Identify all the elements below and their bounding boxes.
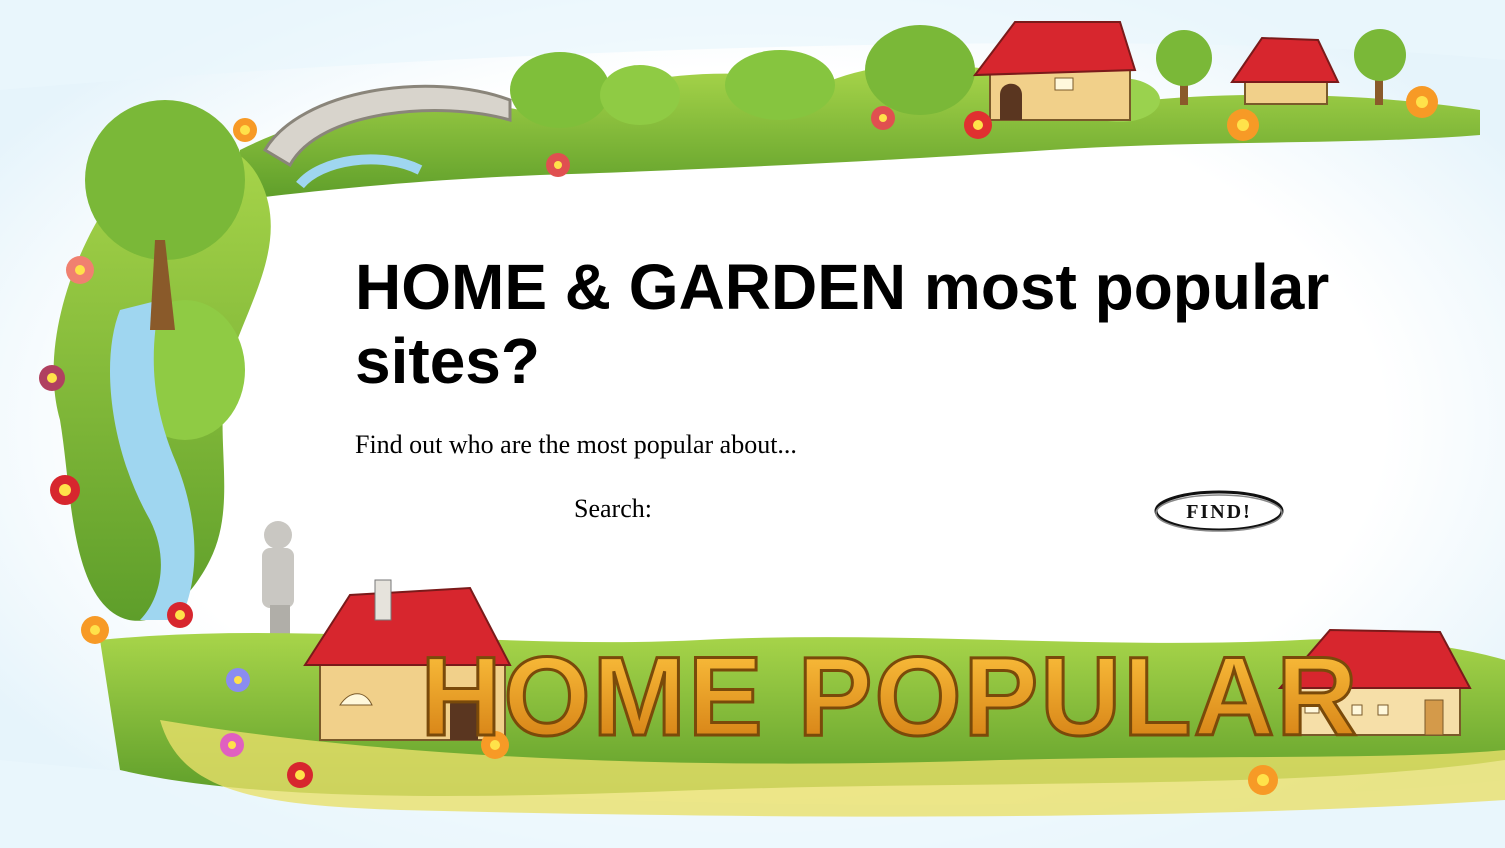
page-title: HOME & GARDEN most popular sites? xyxy=(355,251,1330,397)
find-button-label: FIND! xyxy=(1186,501,1252,523)
garden-illustration: HOME POPULAR xyxy=(0,0,1505,848)
page-subtitle: Find out who are the most popular about.… xyxy=(355,430,797,459)
search-input[interactable] xyxy=(680,493,1134,529)
find-button-graphic: FIND! xyxy=(1154,490,1284,532)
home-popular-logo: HOME POPULAR xyxy=(419,633,1360,761)
find-button[interactable]: FIND! xyxy=(1153,489,1285,533)
logo-text: HOME POPULAR xyxy=(421,634,1360,759)
search-label: Search: xyxy=(574,494,652,523)
